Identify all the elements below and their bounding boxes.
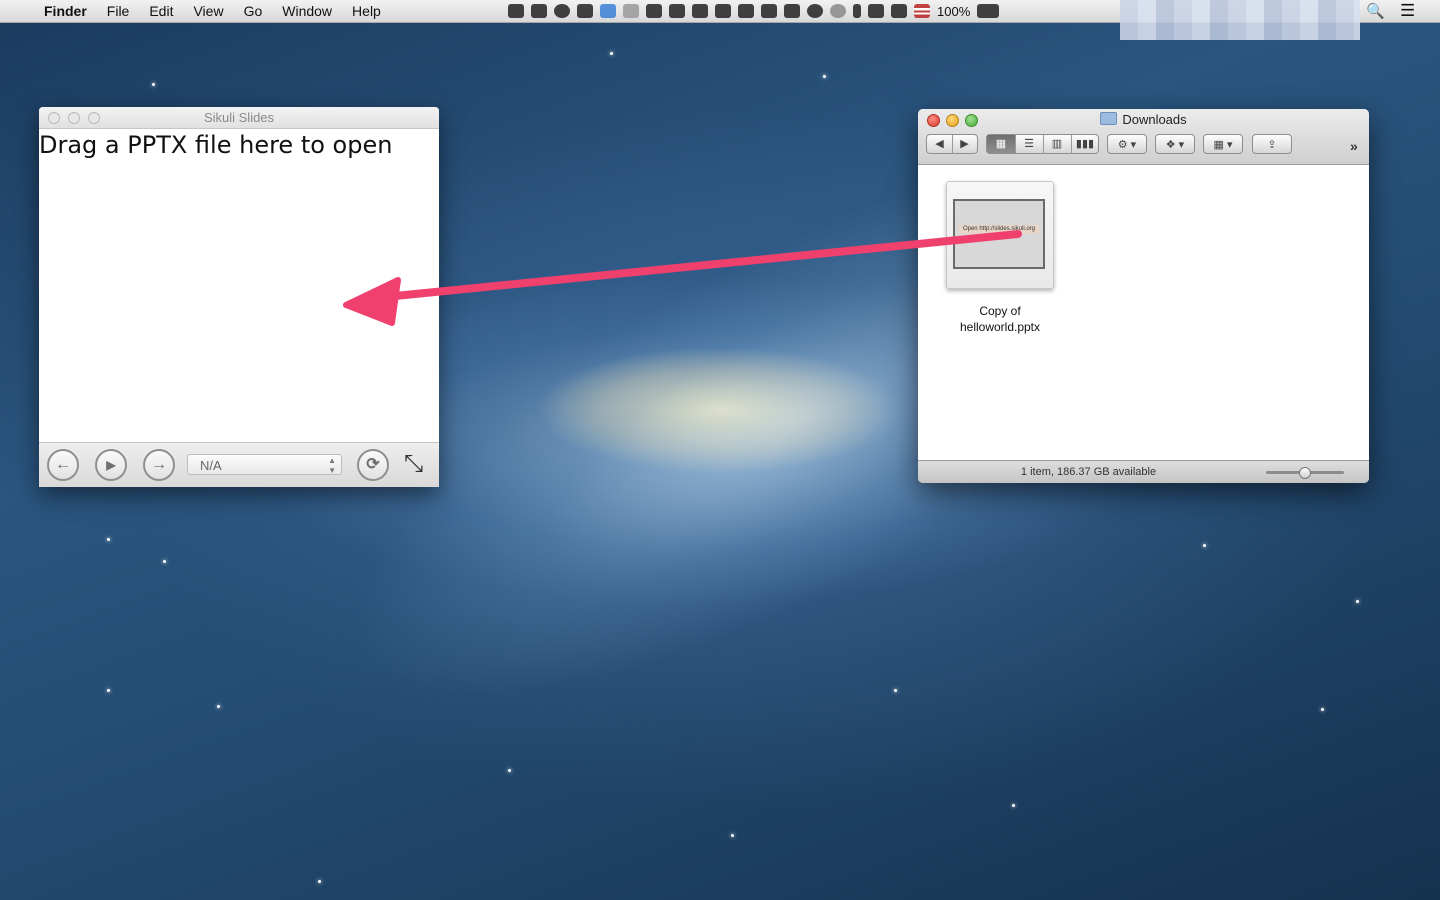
previous-slide-button[interactable]: ←	[47, 449, 79, 481]
list-view-button[interactable]: ☰	[1015, 135, 1044, 153]
star	[1321, 708, 1324, 711]
star	[610, 52, 613, 55]
screen-icon[interactable]	[646, 4, 662, 18]
drive-icon[interactable]	[623, 4, 639, 18]
slide-preview: Open http://slides.sikuli.org	[953, 199, 1045, 269]
file-name-line-1: Copy of	[979, 304, 1021, 318]
dropbox-icon: ❖ ▾	[1165, 139, 1185, 151]
menu-finder[interactable]: Finder	[34, 3, 97, 19]
star	[1203, 544, 1206, 547]
zoom-button[interactable]	[88, 112, 100, 124]
menu-window[interactable]: Window	[272, 3, 342, 19]
sikuli-slides-window: Sikuli Slides Drag a PPTX file here to o…	[39, 107, 439, 487]
copy-icon[interactable]	[715, 4, 731, 18]
column-view-button[interactable]: ▥	[1043, 135, 1072, 153]
minimize-button[interactable]	[68, 112, 80, 124]
star	[152, 83, 155, 86]
next-slide-button[interactable]: →	[143, 449, 175, 481]
fullscreen-toggle-icon[interactable]: ⤡	[404, 451, 423, 477]
blurred-user-area	[1120, 0, 1360, 40]
file-item[interactable]: Open http://slides.sikuli.org Copy of he…	[942, 181, 1058, 335]
star	[107, 689, 110, 692]
menu-file[interactable]: File	[97, 3, 140, 19]
refresh-icon[interactable]	[807, 4, 823, 18]
star	[508, 769, 511, 772]
action-menu-button[interactable]: ⚙ ▾	[1107, 134, 1147, 154]
slide-select[interactable]: N/A ▲ ▼	[187, 454, 342, 475]
close-button[interactable]	[48, 112, 60, 124]
gear-icon: ⚙ ▾	[1117, 139, 1137, 151]
bluetooth-icon[interactable]	[853, 4, 861, 18]
menu-help[interactable]: Help	[342, 3, 391, 19]
coverflow-view-button[interactable]: ▮▮▮	[1071, 135, 1099, 153]
file-thumbnail[interactable]: Open http://slides.sikuli.org	[946, 181, 1054, 289]
sync-icon[interactable]	[554, 4, 570, 18]
status-text: 1 item, 186.37 GB available	[1020, 466, 1157, 478]
relay-icon[interactable]	[508, 4, 524, 18]
star	[163, 560, 166, 563]
finder-title: Downloads	[918, 112, 1369, 127]
drop-area[interactable]: Drag a PPTX file here to open	[39, 129, 439, 443]
us-flag-icon[interactable]	[914, 4, 930, 18]
wifi-icon[interactable]	[868, 4, 884, 18]
sikuli-toolbar: ← ▶ → N/A ▲ ▼ ⟳ ⤡	[39, 442, 439, 487]
slide-preview-text: Open http://slides.sikuli.org	[959, 225, 1039, 234]
sikuli-titlebar[interactable]: Sikuli Slides	[39, 107, 439, 129]
memory-icon[interactable]	[784, 4, 800, 18]
finder-toolbar: Downloads ◀ ▶ ▦ ☰ ▥ ▮▮▮ ⚙ ▾ ❖ ▾ ▦ ▾ ⇪ »	[918, 109, 1369, 165]
star	[318, 880, 321, 883]
notification-center-icon[interactable]: ☰	[1400, 1, 1415, 21]
star	[823, 75, 826, 78]
key-icon[interactable]	[761, 4, 777, 18]
volume-icon[interactable]	[891, 4, 907, 18]
star	[1012, 804, 1015, 807]
star	[107, 538, 110, 541]
icon-view-button[interactable]: ▦	[987, 135, 1016, 153]
battery-icon[interactable]	[977, 4, 1000, 18]
arrange-menu-button[interactable]: ▦ ▾	[1203, 134, 1243, 154]
finder-window: Downloads ◀ ▶ ▦ ☰ ▥ ▮▮▮ ⚙ ▾ ❖ ▾ ▦ ▾ ⇪ »	[918, 109, 1369, 483]
battery-percent[interactable]: 100%	[937, 4, 970, 19]
toolbar-overflow-icon[interactable]: »	[1350, 138, 1358, 154]
time-machine-icon[interactable]	[830, 4, 846, 18]
star	[217, 705, 220, 708]
back-forward-control: ◀ ▶	[926, 134, 978, 154]
back-button[interactable]: ◀	[927, 135, 953, 153]
file-name[interactable]: Copy of helloworld.pptx	[942, 303, 1058, 335]
star	[1356, 600, 1359, 603]
refresh-button[interactable]: ⟳	[357, 449, 389, 481]
spotlight-search-icon[interactable]: 🔍	[1366, 2, 1385, 20]
dropbox-menu-button[interactable]: ❖ ▾	[1155, 134, 1195, 154]
hat-icon[interactable]	[669, 4, 685, 18]
finder-title-text: Downloads	[1122, 112, 1187, 127]
slide-select-value: N/A	[200, 458, 222, 473]
star	[731, 834, 734, 837]
share-button[interactable]: ⇪	[1252, 134, 1292, 154]
bell-icon[interactable]	[692, 4, 708, 18]
status-menu-area: 100%	[508, 0, 1000, 22]
window-title: Sikuli Slides	[203, 110, 275, 125]
menu-view[interactable]: View	[183, 3, 233, 19]
play-button[interactable]: ▶	[95, 449, 127, 481]
file-name-line-2: helloworld.pptx	[959, 320, 1041, 334]
share-icon: ⇪	[1267, 139, 1277, 151]
icon-size-slider-knob[interactable]	[1299, 467, 1311, 479]
folder-icon	[1100, 112, 1118, 125]
cloud-icon[interactable]	[738, 4, 754, 18]
dropbox-icon[interactable]	[600, 4, 616, 18]
menu-bar: Finder File Edit View Go Window Help 100…	[0, 0, 1440, 40]
star	[894, 689, 897, 692]
hat-icon[interactable]	[577, 4, 593, 18]
forward-button[interactable]: ▶	[952, 135, 977, 153]
evernote-icon[interactable]	[531, 4, 547, 18]
select-arrows-icon: ▲ ▼	[328, 456, 336, 475]
menu-edit[interactable]: Edit	[139, 3, 183, 19]
menu-go[interactable]: Go	[234, 3, 273, 19]
view-mode-control: ▦ ☰ ▥ ▮▮▮	[986, 134, 1099, 154]
arrange-icon: ▦ ▾	[1213, 139, 1233, 151]
icon-size-slider[interactable]	[1266, 467, 1344, 479]
drop-hint-text: Drag a PPTX file here to open	[39, 131, 393, 159]
finder-content: Open http://slides.sikuli.org Copy of he…	[918, 165, 1369, 459]
finder-status-bar: 1 item, 186.37 GB available	[918, 460, 1369, 483]
